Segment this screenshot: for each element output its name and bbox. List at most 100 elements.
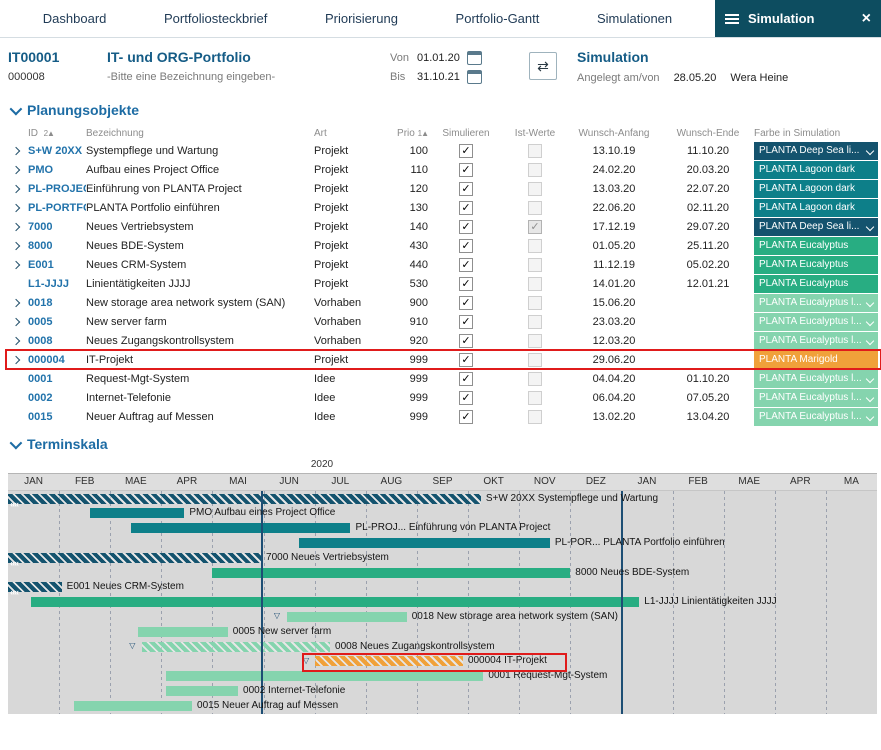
expand-chevron-icon[interactable] [12,146,20,154]
color-select[interactable]: PLANTA Eucalyptus l... [754,408,878,426]
calendar-icon[interactable] [467,51,482,65]
table-row-S+W 20XX[interactable]: S+W 20XXSystempflege und WartungProjekt1… [6,141,881,160]
gantt-bar[interactable] [166,686,238,696]
color-select[interactable]: PLANTA Eucalyptus [754,237,878,255]
simulieren-checkbox[interactable] [459,201,473,215]
col-art[interactable]: Art [314,128,392,139]
col-id[interactable]: ID 2▲ [28,128,86,139]
table-row-0005[interactable]: 0005New server farmVorhaben91023.03.20PL… [6,312,881,331]
bis-value[interactable]: 31.10.21 [417,71,460,83]
table-row-0015[interactable]: 0015Neuer Auftrag auf MessenIdee99913.02… [6,407,881,426]
col-bezeichnung[interactable]: Bezeichnung [86,128,314,139]
tab-dashboard[interactable]: Dashboard [43,11,107,26]
von-value[interactable]: 01.01.20 [417,52,460,64]
table-row-0018[interactable]: 0018New storage area network system (SAN… [6,293,881,312]
gantt-bar[interactable] [131,523,351,533]
active-tab-simulation[interactable]: Simulation × [715,0,881,37]
expand-chevron-icon[interactable] [12,165,20,173]
table-row-0001[interactable]: 0001Request-Mgt-SystemIdee99904.04.2001.… [6,369,881,388]
simulieren-checkbox[interactable] [459,144,473,158]
table-row-8000[interactable]: 8000Neues BDE-SystemProjekt43001.05.2025… [6,236,881,255]
table-row-E001[interactable]: E001Neues CRM-SystemProjekt44011.12.1905… [6,255,881,274]
simulieren-checkbox[interactable] [459,182,473,196]
col-wunsch-ende[interactable]: Wunsch-Ende [662,128,754,139]
col-wunsch-anfang[interactable]: Wunsch-Anfang [566,128,662,139]
expand-chevron-icon[interactable] [12,184,20,192]
simulieren-checkbox[interactable] [459,220,473,234]
color-select[interactable]: PLANTA Lagoon dark [754,161,878,179]
expand-chevron-icon[interactable] [12,222,20,230]
simulieren-checkbox[interactable] [459,410,473,424]
cell-id[interactable]: 0002 [28,392,86,404]
gantt-bar[interactable] [212,568,570,578]
gantt-bar[interactable]: «« [8,494,481,504]
color-select[interactable]: PLANTA Lagoon dark [754,199,878,217]
simulieren-checkbox[interactable] [459,163,473,177]
gantt-bar[interactable] [90,508,185,518]
cell-id[interactable]: 0008 [28,335,86,347]
cell-id[interactable]: 000004 [28,354,86,366]
simulieren-checkbox[interactable] [459,334,473,348]
color-select[interactable]: PLANTA Eucalyptus l... [754,370,878,388]
gantt-bar[interactable] [31,597,639,607]
table-row-PL-PROJECT[interactable]: PL-PROJECTEinführung von PLANTA ProjectP… [6,179,881,198]
cell-id[interactable]: 8000 [28,240,86,252]
simulieren-checkbox[interactable] [459,372,473,386]
simulieren-checkbox[interactable] [459,277,473,291]
expand-chevron-icon[interactable] [12,298,20,306]
simulieren-checkbox[interactable] [459,296,473,310]
tab-simulationen[interactable]: Simulationen [597,11,672,26]
table-row-0008[interactable]: 0008Neues ZugangskontrollsystemVorhaben9… [6,331,881,350]
col-simulieren[interactable]: Simulieren [428,128,504,139]
color-select[interactable]: PLANTA Eucalyptus [754,275,878,293]
simulieren-checkbox[interactable] [459,239,473,253]
expand-chevron-icon[interactable] [12,355,20,363]
col-prio[interactable]: Prio 1▲ [392,128,428,139]
cell-id[interactable]: L1-JJJJ [28,278,86,290]
simulieren-checkbox[interactable] [459,391,473,405]
col-ist-werte[interactable]: Ist-Werte [504,128,566,139]
color-select[interactable]: PLANTA Deep Sea li... [754,142,878,160]
tab-portfolio-gantt[interactable]: Portfolio-Gantt [456,11,540,26]
cell-id[interactable]: PL-PORTFO... [28,202,86,214]
section-planungsobjekte[interactable]: Planungsobjekte [0,92,881,123]
col-farbe-in-simulation[interactable]: Farbe in Simulation [754,128,878,139]
refresh-button[interactable]: ⇄ [529,52,557,80]
table-row-PL-PORTFO...[interactable]: PL-PORTFO...PLANTA Portfolio einführenPr… [6,198,881,217]
expand-chevron-icon[interactable] [12,317,20,325]
expand-chevron-icon[interactable] [12,203,20,211]
table-row-L1-JJJJ[interactable]: L1-JJJJLinientätigkeiten JJJJProjekt5301… [6,274,881,293]
table-row-7000[interactable]: 7000Neues VertriebsystemProjekt14017.12.… [6,217,881,236]
section-terminskala[interactable]: Terminskala [0,426,881,457]
gantt-bar[interactable]: «« [8,553,261,563]
tab-priorisierung[interactable]: Priorisierung [325,11,398,26]
cell-id[interactable]: 0018 [28,297,86,309]
expand-chevron-icon[interactable] [12,336,20,344]
close-icon[interactable]: × [862,11,871,27]
gantt-bar[interactable] [142,642,330,652]
cell-id[interactable]: 7000 [28,221,86,233]
table-row-PMO[interactable]: PMOAufbau eines Project OfficeProjekt110… [6,160,881,179]
color-select[interactable]: PLANTA Eucalyptus l... [754,389,878,407]
gantt-bar[interactable] [299,538,549,548]
simulieren-checkbox[interactable] [459,353,473,367]
color-select[interactable]: PLANTA Eucalyptus l... [754,332,878,350]
simulieren-checkbox[interactable] [459,315,473,329]
color-select[interactable]: PLANTA Eucalyptus [754,256,878,274]
gantt-bar[interactable] [138,627,227,637]
table-row-000004[interactable]: 000004IT-ProjektProjekt99929.06.20PLANTA… [6,350,881,369]
tab-portfoliosteckbrief[interactable]: Portfoliosteckbrief [164,11,267,26]
portfolio-subtitle[interactable]: -Bitte eine Bezeichnung eingeben- [107,71,390,83]
expand-chevron-icon[interactable] [12,241,20,249]
gantt-bar[interactable] [166,671,483,681]
gantt-bar[interactable] [74,701,192,711]
table-row-0002[interactable]: 0002Internet-TelefonieIdee99906.04.2007.… [6,388,881,407]
cell-id[interactable]: 0001 [28,373,86,385]
cell-id[interactable]: S+W 20XX [28,145,86,157]
simulieren-checkbox[interactable] [459,258,473,272]
color-select[interactable]: PLANTA Deep Sea li... [754,218,878,236]
gantt-bar[interactable]: «« [8,582,62,592]
menu-icon[interactable] [725,14,739,24]
cell-id[interactable]: PMO [28,164,86,176]
cell-id[interactable]: 0015 [28,411,86,423]
